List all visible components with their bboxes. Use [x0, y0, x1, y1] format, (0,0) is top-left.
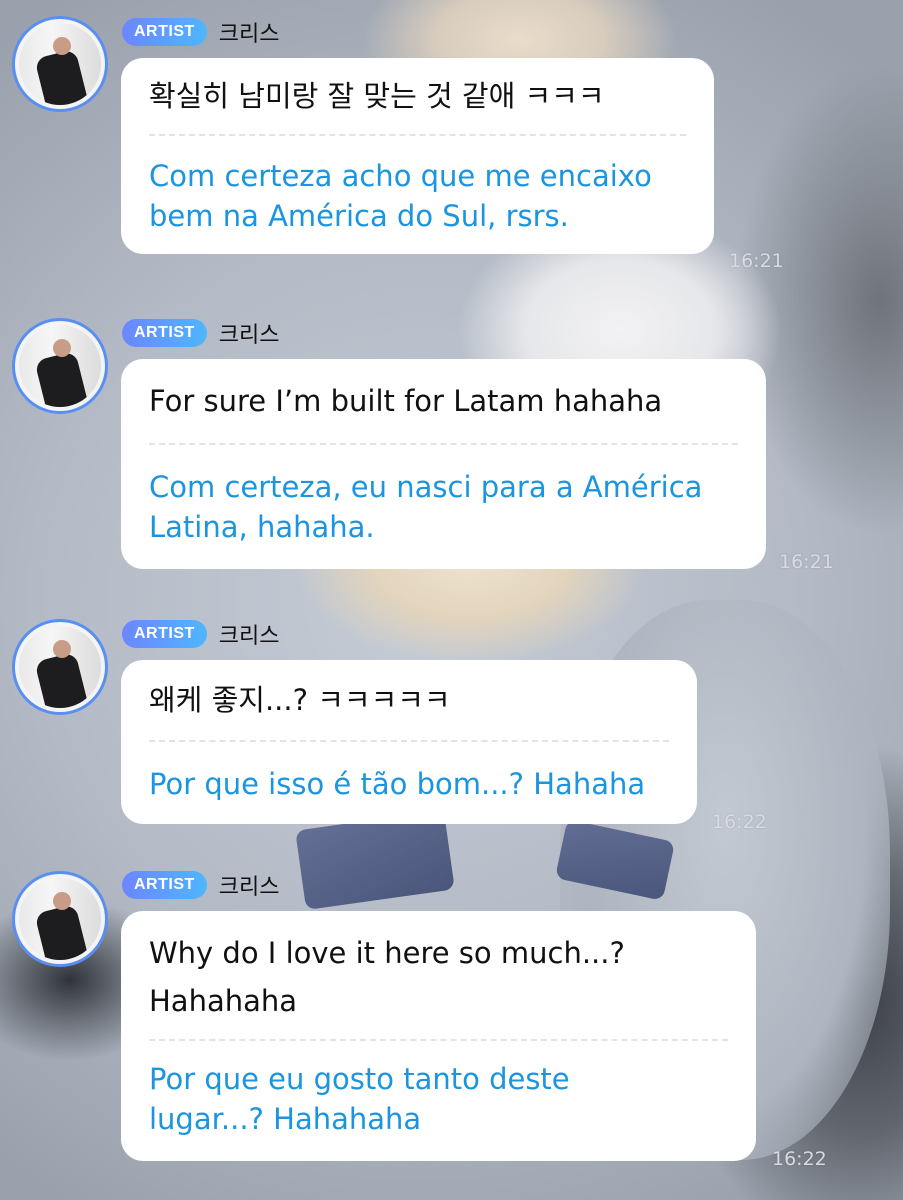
sender-name: 크리스	[218, 624, 280, 649]
message-header: ARTIST 크리스	[122, 870, 280, 900]
sender-name: 크리스	[218, 22, 280, 47]
artist-badge: ARTIST	[122, 871, 207, 899]
message-bubble[interactable]: For sure I’m built for Latam hahaha Com …	[121, 359, 766, 569]
artist-badge: ARTIST	[122, 319, 207, 347]
original-text: 확실히 남미랑 잘 맞는 것 같애 ㅋㅋㅋ	[149, 79, 605, 113]
translated-text: Por que eu gosto tanto deste lugar...? H…	[149, 1062, 570, 1136]
message-timestamp: 16:22	[712, 811, 767, 833]
message-timestamp: 16:22	[772, 1148, 827, 1170]
message-timestamp: 16:21	[729, 250, 784, 272]
message-bubble[interactable]: 확실히 남미랑 잘 맞는 것 같애 ㅋㅋㅋ Com certeza acho q…	[121, 58, 714, 254]
message-header: ARTIST 크리스	[122, 318, 280, 348]
original-text: 왜케 좋지...? ㅋㅋㅋㅋㅋ	[149, 683, 451, 717]
message-timestamp: 16:21	[779, 551, 834, 573]
avatar-photo	[19, 23, 101, 105]
artist-badge: ARTIST	[122, 620, 207, 648]
original-text: For sure I’m built for Latam hahaha	[149, 384, 663, 418]
avatar-photo	[19, 626, 101, 708]
message-header: ARTIST 크리스	[122, 17, 280, 47]
artist-avatar[interactable]	[12, 619, 108, 715]
sender-name: 크리스	[218, 323, 280, 348]
message-bubble[interactable]: 왜케 좋지...? ㅋㅋㅋㅋㅋ Por que isso é tão bom..…	[121, 660, 697, 824]
avatar-photo	[19, 325, 101, 407]
original-text: Why do I love it here so much...? Hahaha…	[149, 936, 625, 1018]
avatar-photo	[19, 878, 101, 960]
artist-badge: ARTIST	[122, 18, 207, 46]
message-bubble[interactable]: Why do I love it here so much...? Hahaha…	[121, 911, 756, 1161]
artist-avatar[interactable]	[12, 16, 108, 112]
sender-name: 크리스	[218, 875, 280, 900]
translated-text: Por que isso é tão bom...? Hahaha	[149, 767, 646, 801]
artist-avatar[interactable]	[12, 318, 108, 414]
translated-text: Com certeza acho que me encaixo bem na A…	[149, 159, 652, 233]
translated-text: Com certeza, eu nasci para a América Lat…	[149, 470, 703, 544]
artist-avatar[interactable]	[12, 871, 108, 967]
message-header: ARTIST 크리스	[122, 619, 280, 649]
